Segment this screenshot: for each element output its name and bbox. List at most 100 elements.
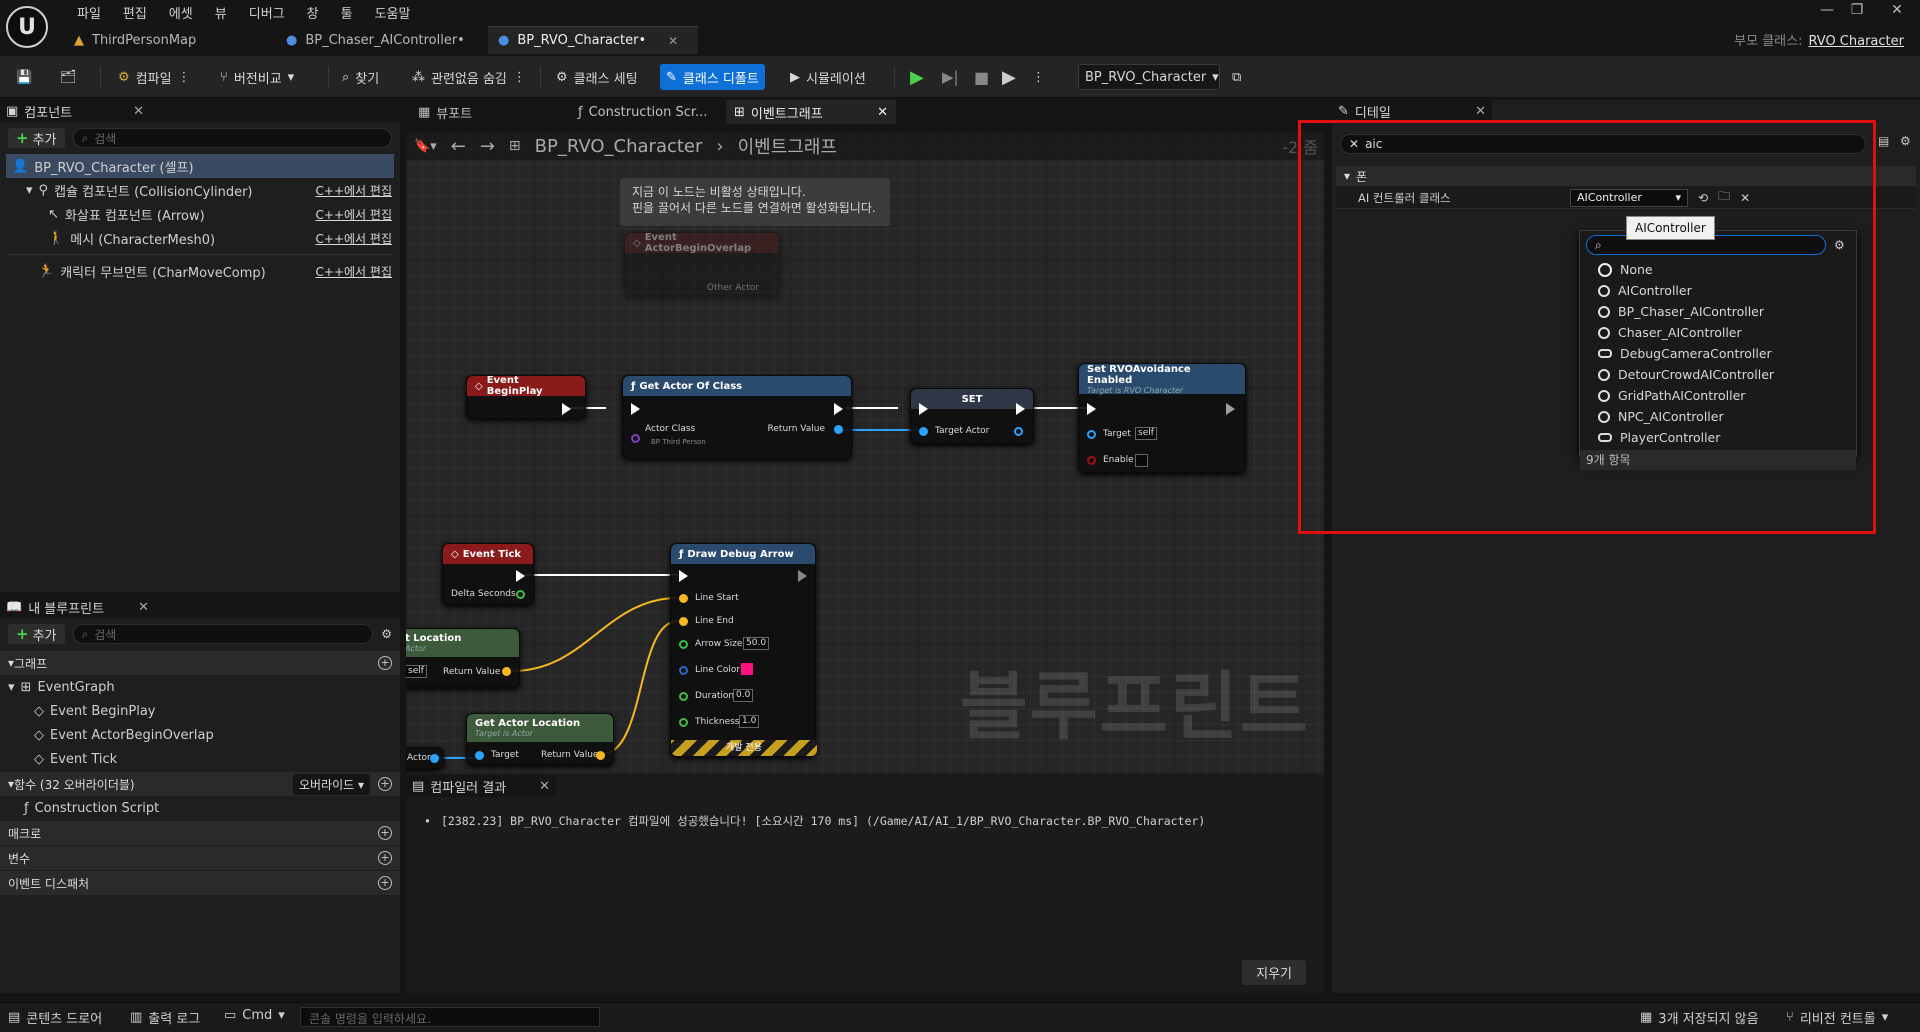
console-input[interactable]: 콘솔 명령을 입력하세요. — [300, 1007, 600, 1027]
node-event-tick[interactable]: ◇ Event Tick Delta Seconds — [442, 543, 534, 605]
close-icon[interactable]: ✕ — [668, 34, 678, 48]
close-icon[interactable]: ✕ — [877, 105, 888, 120]
macros-section-header[interactable]: 매크로 + — [0, 821, 400, 845]
gear-icon[interactable]: ⚙ — [381, 627, 392, 641]
member-search-input[interactable]: ⌕ 검색 — [72, 624, 374, 644]
menu-asset[interactable]: 에셋 — [158, 3, 204, 22]
unreal-logo-icon[interactable]: U — [6, 6, 48, 48]
class-defaults-button[interactable]: ✎ 클래스 디폴트 — [660, 64, 765, 90]
add-member-button[interactable]: + 추가 — [8, 624, 65, 644]
close-window-button[interactable]: ✕ — [1880, 2, 1914, 22]
class-settings-button[interactable]: ⚙ 클래스 세팅 — [550, 64, 644, 90]
delta-seconds-pin[interactable] — [516, 590, 525, 599]
menu-window[interactable]: 창 — [296, 3, 330, 22]
close-icon[interactable]: ✕ — [133, 104, 144, 119]
stop-button[interactable]: ■ — [968, 64, 995, 90]
variables-section-header[interactable]: 변수 + — [0, 846, 400, 870]
arrow-size-pin[interactable] — [679, 640, 688, 649]
duration-pin[interactable] — [679, 692, 688, 701]
line-color-swatch[interactable] — [741, 663, 753, 675]
return-pin[interactable] — [596, 751, 605, 760]
dispatchers-section-header[interactable]: 이벤트 디스패처 + — [0, 871, 400, 895]
save-icon[interactable]: 💾 — [10, 64, 38, 90]
edit-in-cpp-link[interactable]: C++에서 편집 — [316, 182, 392, 199]
target-value[interactable]: self — [406, 665, 427, 678]
play-options-button[interactable]: ▶ — [996, 64, 1022, 90]
component-row[interactable]: 🚶 메시 (CharacterMesh0) C++에서 편집 — [0, 226, 400, 250]
line-color-pin[interactable] — [679, 666, 688, 675]
enable-checkbox[interactable] — [1135, 454, 1148, 467]
return-pin[interactable] — [834, 425, 843, 434]
add-circle-icon[interactable]: + — [378, 851, 392, 865]
unsaved-button[interactable]: ▦ 3개 저장되지 않음 — [1640, 1008, 1759, 1027]
menu-help[interactable]: 도움말 — [364, 3, 422, 22]
target-pin[interactable] — [1087, 430, 1096, 439]
browse-icon[interactable]: 🗂 — [54, 64, 83, 90]
add-circle-icon[interactable]: + — [378, 826, 392, 840]
thickness-pin[interactable] — [679, 718, 688, 727]
add-circle-icon[interactable]: + — [378, 876, 392, 890]
exec-out-pin[interactable] — [834, 403, 843, 415]
debug-object-select[interactable]: BP_RVO_Character ▾ — [1078, 64, 1220, 90]
minimize-button[interactable]: — — [1810, 2, 1844, 22]
node-set-rvo-avoidance[interactable]: Set RVOAvoidance Enabled Target is RVO Ch… — [1078, 363, 1246, 473]
target-pin[interactable] — [475, 751, 484, 760]
tab-third-person-map[interactable]: ▲ ThirdPersonMap — [64, 26, 274, 54]
clear-button[interactable]: 지우기 — [1242, 960, 1306, 985]
event-item[interactable]: ◇ Event ActorBeginOverlap — [0, 723, 400, 747]
tab-event-graph[interactable]: ⊞ 이벤트그래프 ✕ — [726, 100, 896, 124]
enable-pin[interactable] — [1087, 456, 1096, 465]
menu-tools[interactable]: 툴 — [330, 3, 364, 22]
tab-construction-script[interactable]: ƒ Construction Scr... — [570, 100, 715, 124]
component-row[interactable]: ↖ 화살표 컴포넌트 (Arrow) C++에서 편집 — [0, 202, 400, 226]
close-icon[interactable]: ✕ — [1475, 104, 1486, 119]
node-set[interactable]: SET Target Actor — [910, 388, 1034, 444]
parent-class-link[interactable]: RVO Character — [1808, 34, 1904, 49]
simulation-button[interactable]: ▶ 시뮬레이션 — [784, 64, 872, 90]
node-event-begin-play[interactable]: ◇ Event BeginPlay — [466, 375, 586, 419]
graph-canvas[interactable]: 🔖▾ ← → ⊞ BP_RVO_Character › 이벤트그래프 -2 줌 … — [406, 132, 1324, 774]
close-icon[interactable]: ✕ — [138, 600, 149, 615]
out-pin[interactable] — [1014, 427, 1023, 436]
output-log-button[interactable]: ▥ 출력 로그 — [130, 1008, 200, 1027]
compile-button[interactable]: ⚙ 컴파일 ⋮ — [112, 64, 197, 90]
exec-in-pin[interactable] — [919, 403, 928, 415]
duration-value[interactable]: 0.0 — [733, 689, 754, 702]
tab-bp-chaser-aicontroller[interactable]: ● BP_Chaser_AIController• — [276, 26, 486, 54]
play-more-icon[interactable]: ⋮ — [1026, 64, 1051, 90]
exec-in-pin[interactable] — [631, 403, 640, 415]
node-actor-variable[interactable]: Actor — [406, 747, 444, 769]
event-item[interactable]: ◇ Event BeginPlay — [0, 699, 400, 723]
component-root-row[interactable]: 👤 BP_RVO_Character (셀프) — [6, 154, 394, 178]
exec-out-pin[interactable] — [562, 403, 571, 415]
node-event-actor-begin-overlap[interactable]: ◇ Event ActorBeginOverlap Other Actor — [624, 232, 780, 296]
target-actor-pin[interactable] — [919, 427, 928, 436]
node-draw-debug-arrow[interactable]: ƒ Draw Debug Arrow Line Start Line End Ar… — [670, 543, 817, 757]
add-circle-icon[interactable]: + — [378, 777, 392, 791]
exec-out-pin[interactable] — [798, 570, 807, 582]
find-button[interactable]: ⌕ 찾기 — [336, 64, 385, 90]
edit-in-cpp-link[interactable]: C++에서 편집 — [316, 206, 392, 223]
component-search-input[interactable]: ⌕ 검색 — [72, 128, 392, 148]
tab-bp-rvo-character[interactable]: ● BP_RVO_Character• ✕ — [488, 26, 698, 54]
edit-in-cpp-link[interactable]: C++에서 편집 — [316, 263, 392, 280]
step-button[interactable]: ▶| — [936, 64, 965, 90]
tab-viewport[interactable]: ▦ 뷰포트 — [410, 100, 480, 124]
cmd-dropdown[interactable]: ▭ Cmd ▾ — [224, 1008, 285, 1023]
exec-out-pin[interactable] — [1016, 403, 1025, 415]
edit-in-cpp-link[interactable]: C++에서 편집 — [316, 230, 392, 247]
close-icon[interactable]: ✕ — [539, 779, 550, 794]
line-start-pin[interactable] — [679, 594, 688, 603]
play-button[interactable]: ▶ — [904, 64, 930, 90]
class-value[interactable]: BP Third Person — [651, 438, 706, 446]
exec-out-pin[interactable] — [516, 570, 525, 582]
restore-button[interactable]: ❐ — [1840, 2, 1874, 22]
revision-control-button[interactable]: ⑂ 리비전 컨트롤 ▾ — [1786, 1008, 1888, 1027]
functions-section-header[interactable]: ▾ 함수 (32 오버라이더블) 오버라이드 ▾ + — [0, 772, 400, 796]
add-component-button[interactable]: + 추가 — [8, 128, 65, 148]
debug-select-icon[interactable]: ⧉ — [1226, 64, 1247, 90]
content-drawer-button[interactable]: ▤ 콘텐츠 드로어 — [8, 1008, 102, 1027]
event-item[interactable]: ◇ Event Tick — [0, 747, 400, 771]
class-pin[interactable] — [631, 434, 640, 443]
return-pin[interactable] — [502, 667, 511, 676]
